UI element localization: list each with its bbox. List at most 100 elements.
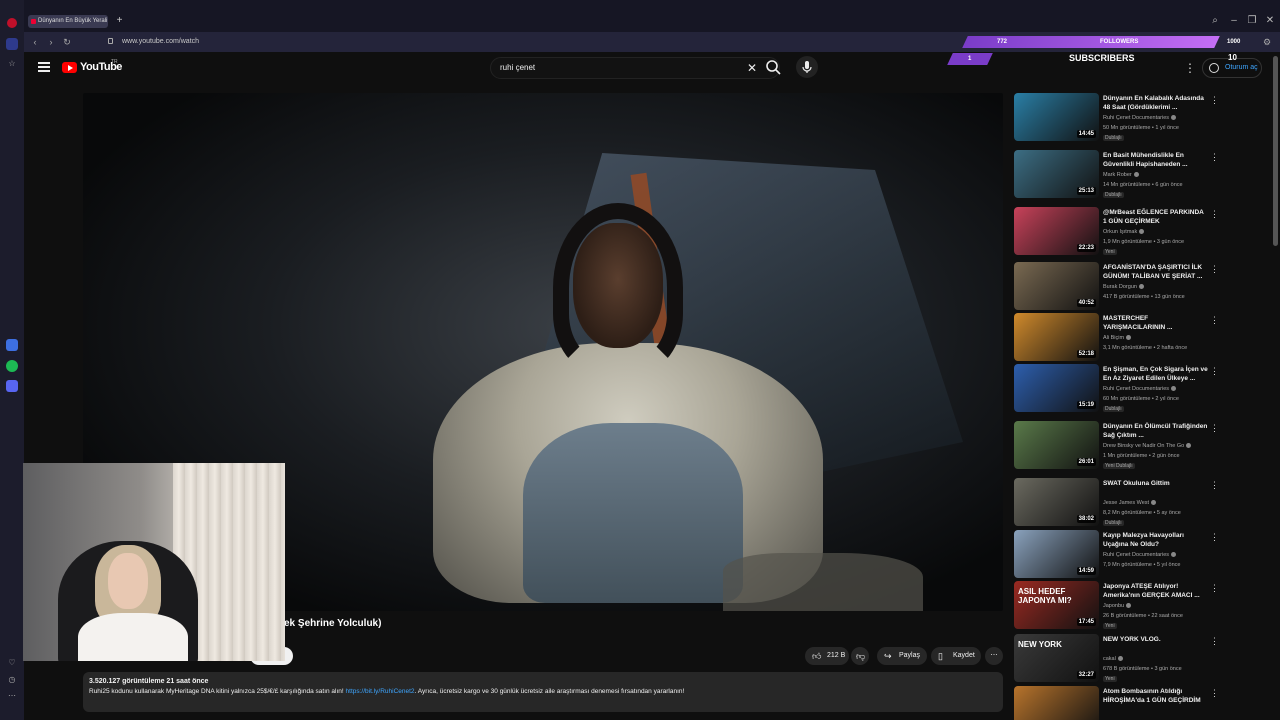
recommendation-title[interactable]: Dünyanın En Ölümcül Trafiğinden Sağ Çıkt… xyxy=(1103,422,1209,440)
recommendation-channel[interactable]: Drew Binsky ve Nadir On The Go xyxy=(1103,443,1192,449)
recommendation-thumbnail[interactable]: ASIL HEDEF JAPONYA MI? 17:45 xyxy=(1014,581,1099,629)
recommendation-menu-icon[interactable]: ⋮ xyxy=(1210,582,1219,594)
forward-icon[interactable]: › xyxy=(44,35,58,49)
settings-menu-icon[interactable]: ⋮ xyxy=(1184,61,1196,75)
recommendation-title[interactable]: SWAT Okuluna Gittim xyxy=(1103,479,1209,488)
url-field[interactable]: www.youtube.com/watch xyxy=(122,36,199,48)
thumbs-up-icon: 👍︎ xyxy=(812,651,822,661)
recommendation-channel[interactable]: cakal xyxy=(1103,656,1123,662)
recommendation-menu-icon[interactable]: ⋮ xyxy=(1210,151,1219,163)
recommendation-title[interactable]: En Basit Mühendislikle En Güvenlikli Hap… xyxy=(1103,151,1209,169)
recommendation-menu-icon[interactable]: ⋮ xyxy=(1210,635,1219,647)
browser-search-icon[interactable]: ⌕ xyxy=(1208,14,1222,28)
recommendation-title[interactable]: AFGANİSTAN'DA ŞAŞIRTICI İLK GÜNÜM! TALİB… xyxy=(1103,263,1209,281)
new-tab-button[interactable]: + xyxy=(114,15,125,27)
recommendation-channel[interactable]: Ruhi Çenet Documentaries xyxy=(1103,552,1177,558)
spotify-icon[interactable] xyxy=(6,360,18,372)
recommendation-menu-icon[interactable]: ⋮ xyxy=(1210,422,1219,434)
recommendation-title[interactable]: En Şişman, En Çok Sigara İçen ve En Az Z… xyxy=(1103,365,1209,383)
recommendation-channel[interactable]: Japonbu xyxy=(1103,603,1132,609)
recommendation-menu-icon[interactable]: ⋮ xyxy=(1210,314,1219,326)
recommendation-item[interactable]: Atom Bombasının Atıldığı HİROŞİMA'da 1 G… xyxy=(1014,686,1224,720)
browser-tab[interactable]: Dünyanın En Büyük Yerali xyxy=(28,15,108,28)
recommendation-item[interactable]: 38:02 SWAT Okuluna Gittim Jesse James West… xyxy=(1014,478,1224,530)
recommendation-thumbnail[interactable]: 26:01 xyxy=(1014,421,1099,469)
recommendation-title[interactable]: Japonya ATEŞE Atılıyor! Amerika'nın GERÇ… xyxy=(1103,582,1209,600)
microphone-icon[interactable] xyxy=(796,56,818,78)
recommendation-title[interactable]: Kayıp Malezya Havayolları Uçağına Ne Old… xyxy=(1103,531,1209,549)
youtube-logo-icon[interactable] xyxy=(62,62,77,73)
recommendation-title[interactable]: NEW YORK VLOG. xyxy=(1103,635,1209,644)
description-link[interactable]: https://bit.ly/RuhiCenet2 xyxy=(346,688,415,695)
recommendation-menu-icon[interactable]: ⋮ xyxy=(1210,94,1219,106)
save-button[interactable]: ▯ Kaydet xyxy=(931,647,981,665)
recommendation-thumbnail[interactable]: NEW YORK 32:27 xyxy=(1014,634,1099,682)
recommendation-menu-icon[interactable]: ⋮ xyxy=(1210,479,1219,491)
description-box[interactable]: 3.520.127 görüntüleme 21 saat önce Ruhi2… xyxy=(83,672,1003,712)
recommendation-thumbnail[interactable]: 14:59 xyxy=(1014,530,1099,578)
clear-search-icon[interactable]: ✕ xyxy=(745,61,759,75)
recommendation-menu-icon[interactable]: ⋮ xyxy=(1210,365,1219,377)
restore-button[interactable]: ❐ xyxy=(1245,14,1259,28)
recommendation-item[interactable]: 14:45 Dünyanın En Kalabalık Adasında 48 S… xyxy=(1014,93,1224,145)
person-head xyxy=(573,223,663,348)
recommendation-item[interactable]: 52:18 MASTERCHEF YARIŞMACILARININ ... Ali … xyxy=(1014,313,1224,365)
screen: Dünyanın En Büyük Yerali + ⌕ – ❐ ✕ ‹ › ↻… xyxy=(0,0,1280,720)
recommendation-title[interactable]: MASTERCHEF YARIŞMACILARININ ... xyxy=(1103,314,1209,332)
account-icon xyxy=(1209,63,1219,73)
minimize-button[interactable]: – xyxy=(1227,14,1241,28)
close-window-button[interactable]: ✕ xyxy=(1263,14,1277,28)
recommendation-thumbnail[interactable]: 52:18 xyxy=(1014,313,1099,361)
recommendation-title[interactable]: @MrBeast EĞLENCE PARKINDA 1 GÜN GEÇİRMEK xyxy=(1103,208,1209,226)
dislike-button[interactable]: 👎︎ xyxy=(851,647,869,665)
extensions-icon[interactable]: ⚙ xyxy=(1260,35,1274,49)
recommendation-item[interactable]: 14:59 Kayıp Malezya Havayolları Uçağına N… xyxy=(1014,530,1224,582)
recommendation-item[interactable]: ASIL HEDEF JAPONYA MI? 17:45 Japonya ATEŞE… xyxy=(1014,581,1224,633)
recommendation-meta: 417 B görüntüleme • 13 gün önce xyxy=(1103,294,1185,300)
recommendation-item[interactable]: 40:52 AFGANİSTAN'DA ŞAŞIRTICI İLK GÜNÜM! … xyxy=(1014,262,1224,314)
duration-badge: 52:18 xyxy=(1076,350,1096,358)
like-button[interactable]: 👍︎ 212 B xyxy=(805,647,849,665)
recommendation-item[interactable]: 22:23 @MrBeast EĞLENCE PARKINDA 1 GÜN GEÇ… xyxy=(1014,207,1224,259)
recommendation-channel[interactable]: Ruhi Çenet Documentaries xyxy=(1103,115,1177,121)
more-actions-button[interactable]: ⋯ xyxy=(985,647,1003,665)
recommendation-thumbnail[interactable]: 15:19 xyxy=(1014,364,1099,412)
recommendation-menu-icon[interactable]: ⋮ xyxy=(1210,687,1219,699)
recommendation-title[interactable]: Atom Bombasının Atıldığı HİROŞİMA'da 1 G… xyxy=(1103,687,1209,706)
recommendation-item[interactable]: NEW YORK 32:27 NEW YORK VLOG. cakal 678 B gö… xyxy=(1014,634,1224,686)
recommendation-menu-icon[interactable]: ⋮ xyxy=(1210,208,1219,220)
recommendation-item[interactable]: 26:01 Dünyanın En Ölümcül Trafiğinden Sağ… xyxy=(1014,421,1224,473)
recommendation-thumbnail[interactable]: 25:13 xyxy=(1014,150,1099,198)
duration-badge: 14:59 xyxy=(1076,567,1096,575)
app-store-icon[interactable] xyxy=(6,339,18,351)
recommendation-thumbnail[interactable]: 22:23 xyxy=(1014,207,1099,255)
reload-icon[interactable]: ↻ xyxy=(60,35,74,49)
recommendation-channel[interactable]: Burak Dorgun xyxy=(1103,284,1144,290)
recommendation-channel[interactable]: Ruhi Çenet Documentaries xyxy=(1103,386,1177,392)
recommendation-thumbnail[interactable] xyxy=(1014,686,1099,720)
recommendation-title[interactable]: Dünyanın En Kalabalık Adasında 48 Saat (… xyxy=(1103,94,1209,112)
history-icon[interactable]: ◷ xyxy=(6,674,18,686)
discord-icon[interactable] xyxy=(6,380,18,392)
recommendation-channel[interactable]: Ali Biçim xyxy=(1103,335,1132,341)
heart-icon[interactable]: ♡ xyxy=(6,657,18,669)
search-input[interactable] xyxy=(500,63,730,72)
hamburger-menu-icon[interactable] xyxy=(38,62,50,72)
recommendation-item[interactable]: 15:19 En Şişman, En Çok Sigara İçen ve En… xyxy=(1014,364,1224,416)
recommendation-channel[interactable]: Mark Rober xyxy=(1103,172,1139,178)
recommendation-channel[interactable]: Jesse James West xyxy=(1103,500,1157,506)
recommendation-menu-icon[interactable]: ⋮ xyxy=(1210,263,1219,275)
recommendation-item[interactable]: 25:13 En Basit Mühendislikle En Güvenlikl… xyxy=(1014,150,1224,202)
recommendation-thumbnail[interactable]: 14:45 xyxy=(1014,93,1099,141)
star-icon[interactable]: ☆ xyxy=(6,58,18,70)
recommendation-channel[interactable]: Orkun Işıtmak xyxy=(1103,229,1145,235)
recommendation-thumbnail[interactable]: 40:52 xyxy=(1014,262,1099,310)
home-icon[interactable] xyxy=(6,38,18,50)
recommendation-menu-icon[interactable]: ⋮ xyxy=(1210,531,1219,543)
back-icon[interactable]: ‹ xyxy=(28,35,42,49)
more-icon[interactable]: ⋯ xyxy=(6,690,18,702)
recommendation-thumbnail[interactable]: 38:02 xyxy=(1014,478,1099,526)
share-button[interactable]: ↪ Paylaş xyxy=(877,647,927,665)
search-icon[interactable] xyxy=(764,58,784,78)
scrollbar[interactable] xyxy=(1273,56,1278,246)
